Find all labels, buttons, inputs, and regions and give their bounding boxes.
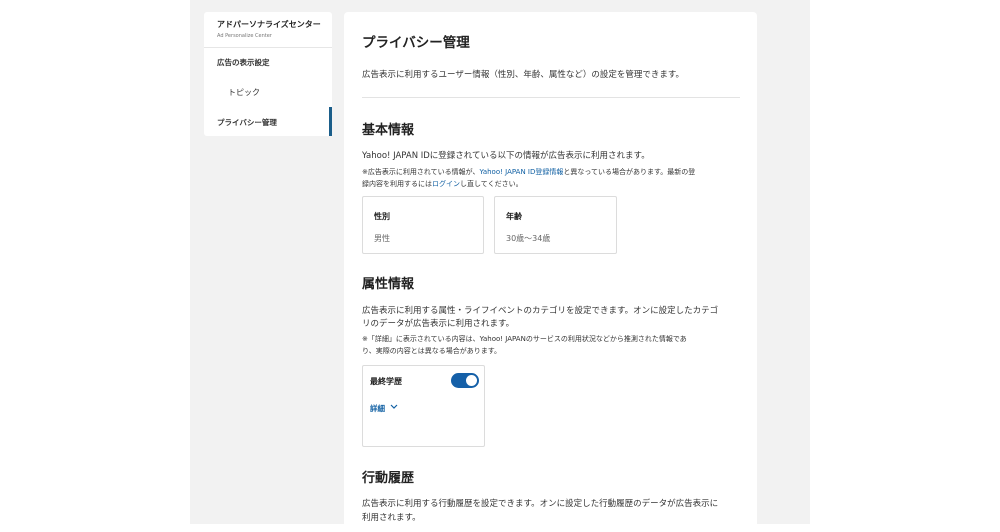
note-text: 録内容を利用するには — [362, 180, 432, 188]
attribute-info-heading: 属性情報 — [362, 277, 415, 292]
gender-label: 性別 — [374, 212, 390, 221]
education-toggle[interactable] — [451, 373, 479, 388]
sidebar: アドパーソナライズセンター Ad Personalize Center 広告の表… — [204, 12, 332, 136]
education-card: 最終学歴 詳細 — [362, 365, 485, 447]
sidebar-subtitle: Ad Personalize Center — [217, 33, 272, 39]
attribute-desc-line2: リのデータが広告表示に利用されます。 — [362, 319, 515, 329]
main-content: プライバシー管理 広告表示に利用するユーザー情報（性別、年齢、属性など）の設定を… — [344, 12, 757, 532]
age-value: 30歳〜34歳 — [506, 234, 551, 243]
basic-info-description: Yahoo! JAPAN IDに登録されている以下の情報が広告表示に利用されます… — [362, 151, 650, 161]
sidebar-item-privacy[interactable]: プライバシー管理 — [217, 117, 277, 128]
divider — [362, 97, 740, 98]
age-label: 年齢 — [506, 212, 522, 221]
behavior-desc-line2: 利用されます。 — [362, 513, 421, 523]
education-label: 最終学歴 — [370, 377, 402, 386]
yahoo-id-registration-link[interactable]: Yahoo! JAPAN ID登録情報 — [480, 168, 564, 176]
basic-info-note-line2: 録内容を利用するにはログインし直してください。 — [362, 179, 523, 189]
behavior-history-heading: 行動履歴 — [362, 471, 415, 486]
chevron-down-icon — [390, 404, 398, 409]
gender-card: 性別 男性 — [362, 196, 484, 254]
note-text: と異なっている場合があります。最新の登 — [563, 168, 696, 176]
sidebar-item-ad-display-settings[interactable]: 広告の表示設定 — [217, 57, 270, 68]
age-card: 年齢 30歳〜34歳 — [494, 196, 617, 254]
basic-info-note-line1: ※広告表示に利用されている情報が、Yahoo! JAPAN ID登録情報と異なっ… — [362, 167, 695, 177]
login-link[interactable]: ログイン — [432, 180, 460, 188]
sidebar-title: アドパーソナライズセンター — [217, 20, 321, 29]
basic-info-heading: 基本情報 — [362, 123, 415, 138]
sidebar-item-topics[interactable]: トピック — [228, 87, 260, 98]
behavior-desc-line1: 広告表示に利用する行動履歴を設定できます。オンに設定した行動履歴のデータが広告表… — [362, 499, 719, 509]
page-title: プライバシー管理 — [362, 35, 470, 51]
note-text: ※広告表示に利用されている情報が、 — [362, 168, 480, 176]
detail-link[interactable]: 詳細 — [370, 403, 385, 414]
sidebar-active-indicator — [329, 107, 332, 136]
attribute-note-line1: ※「詳細」に表示されている内容は、Yahoo! JAPANのサービスの利用状況な… — [362, 335, 687, 343]
attribute-note-line2: り、実際の内容とは異なる場合があります。 — [362, 347, 502, 355]
attribute-desc-line1: 広告表示に利用する属性・ライフイベントのカテゴリを設定できます。オンに設定したカ… — [362, 306, 719, 316]
note-text: し直してください。 — [460, 180, 523, 188]
toggle-knob — [466, 375, 477, 386]
sidebar-header: アドパーソナライズセンター Ad Personalize Center — [204, 12, 332, 48]
page-description: 広告表示に利用するユーザー情報（性別、年齢、属性など）の設定を管理できます。 — [362, 70, 684, 80]
gender-value: 男性 — [374, 234, 390, 243]
